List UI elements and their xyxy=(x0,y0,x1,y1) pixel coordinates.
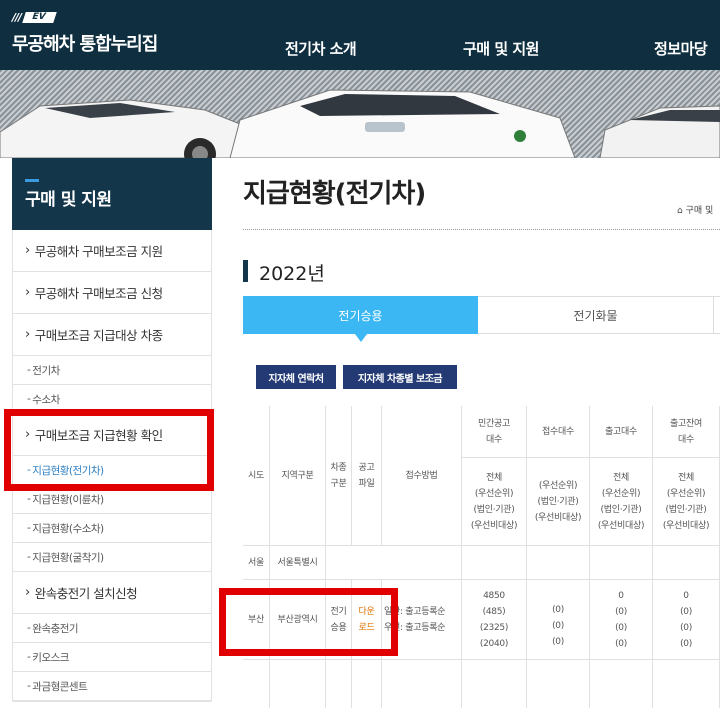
sidebar-accent-bar xyxy=(25,179,39,182)
table-row-seoul-region: 서울특별시 xyxy=(270,546,326,580)
table-row-busan-method: 일반: 출고등록순 우선: 출고등록순 xyxy=(382,580,462,660)
table-row-empty xyxy=(590,660,653,708)
sidebar-header: 구매 및 지원 xyxy=(12,158,212,230)
table-row-busan-received: (0) (0) (0) xyxy=(527,580,590,660)
table-row-empty xyxy=(243,660,270,708)
th-sido: 시도 xyxy=(243,406,270,546)
tab-ev-cargo[interactable]: 전기화물 xyxy=(478,296,713,334)
th-private-sub: 전체 (우선순위) (법인·기관) (우선비대상) xyxy=(462,458,527,546)
sidebar-menu: 무공해차 구매보조금 지원 무공해차 구매보조금 신청 구매보조금 지급대상 차… xyxy=(12,230,212,702)
sidebar-item-slow-charger[interactable]: 완속충전기 설치신청 xyxy=(13,572,211,614)
th-region: 지역구분 xyxy=(270,406,326,546)
year-accent-bar xyxy=(243,260,248,282)
table-row-busan-released: 0 (0) (0) (0) xyxy=(590,580,653,660)
page-title: 지급현황(전기차) xyxy=(243,179,426,209)
table-row-busan-region: 부산광역시 xyxy=(270,580,326,660)
table-row-seoul-type xyxy=(326,546,352,580)
sidebar-sub-status-ev[interactable]: 지급현황(전기차) xyxy=(13,456,211,485)
sidebar-item-subsidy-apply[interactable]: 무공해차 구매보조금 신청 xyxy=(13,272,211,314)
local-gov-contact-button[interactable]: 지자체 연락처 xyxy=(256,365,336,389)
table-row-empty xyxy=(326,660,352,708)
table-row-busan-download-link[interactable]: 다운 로드 xyxy=(352,580,382,660)
sidebar-sub-billing-outlet[interactable]: 과금형콘센트 xyxy=(13,672,211,701)
table-row-empty xyxy=(352,660,382,708)
table-row-busan-private: 4850 (485) (2325) (2040) xyxy=(462,580,527,660)
th-received-sub: (우선순위) (법인·기관) (우선비대상) xyxy=(527,458,590,546)
year-heading: 2022년 xyxy=(259,263,325,285)
tab-divider xyxy=(713,296,714,334)
sidebar-sub-status-two-wheeler[interactable]: 지급현황(이륜차) xyxy=(13,485,211,514)
sidebar-sub-ev[interactable]: 전기차 xyxy=(13,356,211,385)
sidebar-sub-slow-charger[interactable]: 완속충전기 xyxy=(13,614,211,643)
sidebar-item-payment-status[interactable]: 구매보조금 지급현황 확인 xyxy=(13,414,211,456)
sidebar-item-subsidy-support[interactable]: 무공해차 구매보조금 지원 xyxy=(13,230,211,272)
th-released-sub: 전체 (우선순위) (법인·기관) (우선비대상) xyxy=(590,458,653,546)
logo-ev-badge: EV xyxy=(22,11,57,23)
site-logo[interactable]: 무공해차 통합누리집 xyxy=(12,30,158,56)
table-row-empty xyxy=(462,660,527,708)
nav-info[interactable]: 정보마당 xyxy=(654,38,708,59)
table-row-seoul-sido: 서울 xyxy=(243,546,270,580)
table-row-empty xyxy=(270,660,326,708)
table-row-busan-type: 전기 승용 xyxy=(326,580,352,660)
sidebar-title: 구매 및 지원 xyxy=(25,190,112,210)
table-row-empty xyxy=(653,660,720,708)
local-gov-subsidy-button[interactable]: 지자체 차종별 보조금 xyxy=(343,365,457,389)
sidebar-sub-hydrogen[interactable]: 수소차 xyxy=(13,385,211,414)
nav-ev-intro[interactable]: 전기차 소개 xyxy=(285,38,357,59)
sidebar-sub-status-excavator[interactable]: 지급현황(굴착기) xyxy=(13,543,211,572)
th-private-count: 민간공고 대수 xyxy=(462,406,527,458)
tab-ev-passenger[interactable]: 전기승용 xyxy=(243,296,478,342)
sidebar-item-eligible-models[interactable]: 구매보조금 지급대상 차종 xyxy=(13,314,211,356)
sidebar-sub-kiosk[interactable]: 키오스크 xyxy=(13,643,211,672)
th-received-count: 접수대수 xyxy=(527,406,590,458)
table-row-seoul-private xyxy=(462,546,527,580)
logo-slashes: /// xyxy=(12,10,22,24)
table-row-seoul-received xyxy=(527,546,590,580)
th-notice-file: 공고 파일 xyxy=(352,406,382,546)
nav-purchase-support[interactable]: 구매 및 지원 xyxy=(463,38,539,59)
table-row-empty xyxy=(382,660,462,708)
breadcrumb[interactable]: ⌂ 구매 및 xyxy=(677,203,713,216)
th-method: 접수방법 xyxy=(382,406,462,546)
th-remaining-count: 출고잔여 대수 xyxy=(653,406,720,458)
hero-banner-image xyxy=(0,70,720,158)
table-row-busan-remaining: 0 (0) (0) (0) xyxy=(653,580,720,660)
th-vehicle-type: 차종 구분 xyxy=(326,406,352,546)
table-row-seoul-released xyxy=(590,546,653,580)
table-row-empty xyxy=(527,660,590,708)
table-row-seoul-remaining xyxy=(653,546,720,580)
vehicle-tabs: 전기승용 전기화물 xyxy=(243,296,720,342)
logo-badge[interactable]: /// EV xyxy=(12,10,57,24)
table-row-seoul-method xyxy=(382,546,462,580)
sidebar-sub-status-hydrogen[interactable]: 지급현황(수소차) xyxy=(13,514,211,543)
table-row-seoul-file xyxy=(352,546,382,580)
table-row-busan-sido: 부산 xyxy=(243,580,270,660)
th-remaining-sub: 전체 (우선순위) (법인·기관) (우선비대상) xyxy=(653,458,720,546)
site-header: /// EV 무공해차 통합누리집 전기차 소개 구매 및 지원 정보마당 xyxy=(0,0,720,70)
title-divider xyxy=(243,229,720,230)
th-released-count: 출고대수 xyxy=(590,406,653,458)
